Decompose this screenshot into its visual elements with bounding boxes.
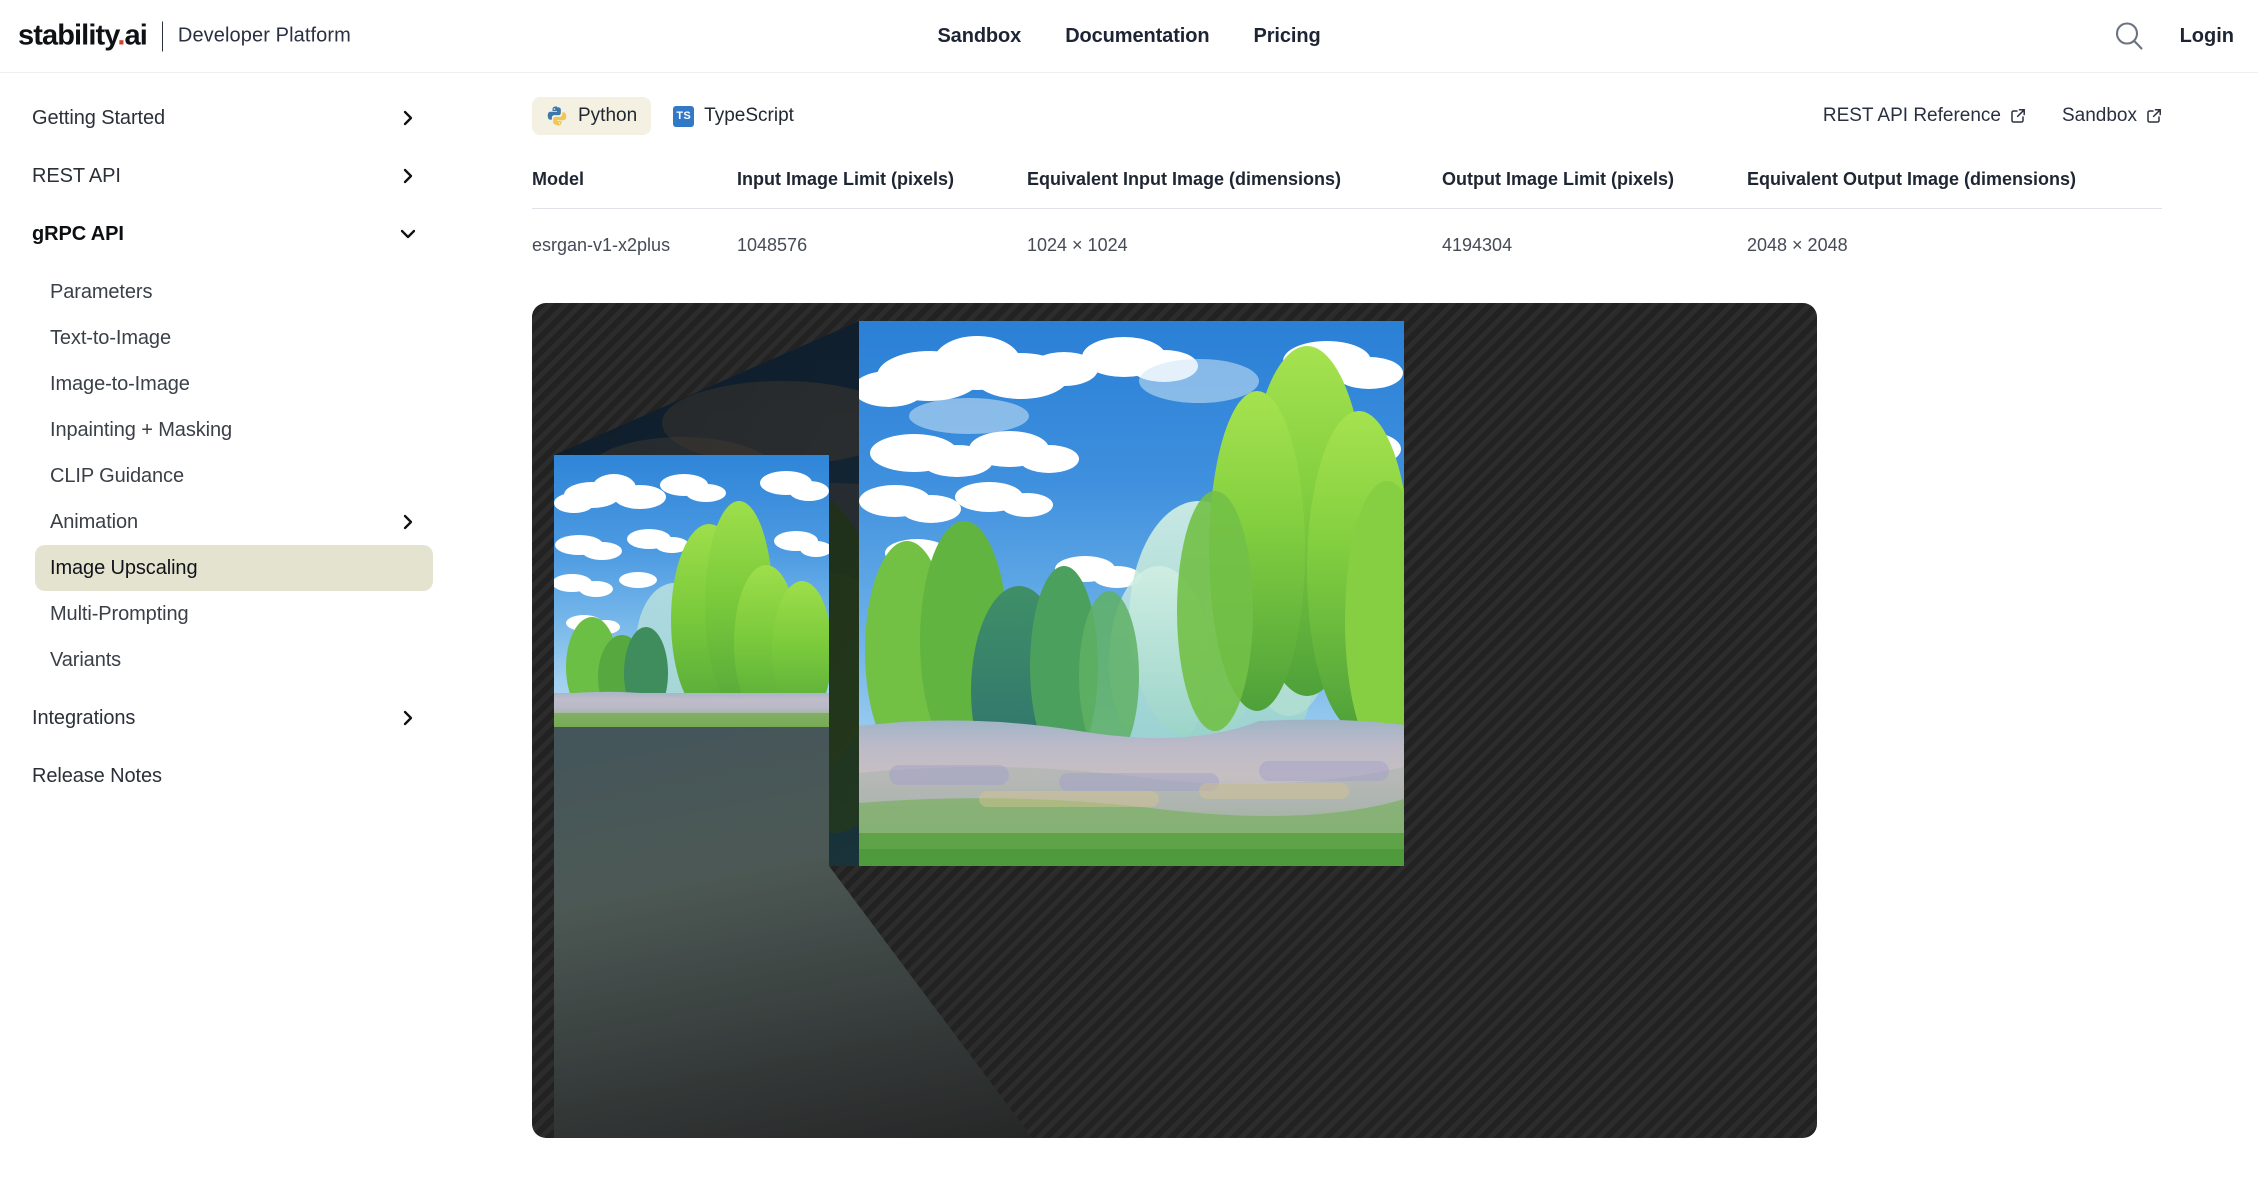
illustration-canvas: [532, 303, 1817, 1138]
sidebar-nav: Getting Started REST API gRPC API Parame…: [0, 73, 460, 1188]
sidebar-item-label: REST API: [32, 165, 121, 188]
sidebar-item-animation[interactable]: Animation: [0, 499, 432, 545]
sidebar-item-label: gRPC API: [32, 223, 124, 246]
main-content: Python TS TypeScript REST API Reference: [460, 73, 2258, 1188]
sidebar-item-grpc-api[interactable]: gRPC API: [0, 211, 432, 257]
table-head: Model Input Image Limit (pixels) Equival…: [532, 169, 2162, 209]
nav-item-sandbox[interactable]: Sandbox: [937, 25, 1021, 48]
sidebar-item-getting-started[interactable]: Getting Started: [0, 95, 432, 141]
primary-nav: Sandbox Documentation Pricing: [937, 25, 1320, 48]
table-header-row: Model Input Image Limit (pixels) Equival…: [532, 169, 2162, 209]
spacer: [0, 683, 460, 695]
landscape-scene-large: [859, 321, 1404, 866]
column-header-output-limit: Output Image Limit (pixels): [1442, 169, 1747, 209]
sidebar-item-inpainting-masking[interactable]: Inpainting + Masking: [0, 407, 432, 453]
column-header-input-dimensions: Equivalent Input Image (dimensions): [1027, 169, 1442, 209]
login-button[interactable]: Login: [2180, 25, 2234, 48]
brand-subtitle: Developer Platform: [178, 25, 351, 48]
upscaled-image: [859, 321, 1404, 866]
nav-item-documentation[interactable]: Documentation: [1065, 25, 1209, 48]
column-header-input-limit: Input Image Limit (pixels): [737, 169, 1027, 209]
spacer: [0, 141, 460, 153]
sidebar-item-label: Text-to-Image: [50, 327, 171, 350]
column-header-output-dimensions: Equivalent Output Image (dimensions): [1747, 169, 2162, 209]
link-sandbox[interactable]: Sandbox: [2062, 105, 2162, 127]
table-row: esrgan-v1-x2plus 1048576 1024 × 1024 419…: [532, 209, 2162, 257]
brand-wordmark: stability.ai: [18, 20, 147, 53]
brand-divider: [162, 21, 163, 51]
sidebar-item-integrations[interactable]: Integrations: [0, 695, 432, 741]
sidebar-item-label: Release Notes: [32, 765, 162, 788]
model-limits-table-wrapper: Model Input Image Limit (pixels) Equival…: [532, 169, 2162, 256]
chevron-right-icon: [400, 710, 416, 726]
sidebar-item-label: Animation: [50, 511, 138, 534]
sidebar-item-label: Image Upscaling: [50, 557, 197, 580]
cell-output-limit: 4194304: [1442, 209, 1747, 257]
tab-python[interactable]: Python: [532, 97, 651, 135]
chevron-down-icon: [400, 226, 416, 242]
landscape-scene-small: [554, 455, 829, 727]
chevron-right-icon: [400, 110, 416, 126]
sidebar-item-label: Inpainting + Masking: [50, 419, 232, 442]
sidebar-item-variants[interactable]: Variants: [0, 637, 432, 683]
sidebar-item-image-to-image[interactable]: Image-to-Image: [0, 361, 432, 407]
link-sandbox-label: Sandbox: [2062, 105, 2137, 127]
model-limits-table: Model Input Image Limit (pixels) Equival…: [532, 169, 2162, 256]
sidebar-item-release-notes[interactable]: Release Notes: [0, 753, 432, 799]
tab-python-label: Python: [578, 105, 637, 127]
language-tab-group: Python TS TypeScript: [532, 97, 808, 135]
sidebar-item-text-to-image[interactable]: Text-to-Image: [0, 315, 432, 361]
external-link-icon: [2146, 108, 2162, 124]
sidebar-item-label: CLIP Guidance: [50, 465, 184, 488]
external-link-group: REST API Reference Sandbox: [1823, 105, 2162, 127]
brand-logo-group[interactable]: stability.ai Developer Platform: [18, 20, 351, 53]
table-body: esrgan-v1-x2plus 1048576 1024 × 1024 419…: [532, 209, 2162, 257]
column-header-model: Model: [532, 169, 737, 209]
python-icon: [546, 105, 568, 127]
cell-model: esrgan-v1-x2plus: [532, 209, 737, 257]
sidebar-item-label: Variants: [50, 649, 121, 672]
image-upscaling-illustration: [532, 303, 1817, 1138]
sidebar-item-multi-prompting[interactable]: Multi-Prompting: [0, 591, 432, 637]
brand-name-end: ai: [125, 20, 147, 52]
chevron-right-icon: [400, 168, 416, 184]
sidebar-item-image-upscaling[interactable]: Image Upscaling: [35, 545, 433, 591]
cell-input-limit: 1048576: [737, 209, 1027, 257]
tab-typescript[interactable]: TS TypeScript: [659, 97, 808, 135]
sidebar-item-label: Integrations: [32, 707, 135, 730]
nav-item-pricing[interactable]: Pricing: [1253, 25, 1320, 48]
chevron-right-icon: [400, 514, 416, 530]
sidebar-item-label: Getting Started: [32, 107, 165, 130]
cell-input-dimensions: 1024 × 1024: [1027, 209, 1442, 257]
sidebar-item-parameters[interactable]: Parameters: [0, 269, 432, 315]
link-rest-api-reference-label: REST API Reference: [1823, 105, 2001, 127]
header-actions: Login: [2112, 19, 2234, 53]
content-toolbar: Python TS TypeScript REST API Reference: [532, 85, 2162, 147]
sidebar-item-clip-guidance[interactable]: CLIP Guidance: [0, 453, 432, 499]
spacer: [0, 741, 460, 753]
brand-name: stability: [18, 20, 117, 52]
sidebar-item-label: Image-to-Image: [50, 373, 190, 396]
link-rest-api-reference[interactable]: REST API Reference: [1823, 105, 2026, 127]
search-icon[interactable]: [2112, 19, 2146, 53]
cell-output-dimensions: 2048 × 2048: [1747, 209, 2162, 257]
tab-typescript-label: TypeScript: [704, 105, 794, 127]
typescript-icon: TS: [673, 106, 694, 127]
external-link-icon: [2010, 108, 2026, 124]
sidebar-item-label: Parameters: [50, 281, 152, 304]
spacer: [0, 199, 460, 211]
top-header: stability.ai Developer Platform Sandbox …: [0, 0, 2258, 73]
sidebar-item-rest-api[interactable]: REST API: [0, 153, 432, 199]
sidebar-item-label: Multi-Prompting: [50, 603, 189, 626]
brand-dot: .: [117, 20, 124, 52]
spacer: [0, 257, 460, 269]
source-image-thumbnail: [554, 455, 829, 727]
